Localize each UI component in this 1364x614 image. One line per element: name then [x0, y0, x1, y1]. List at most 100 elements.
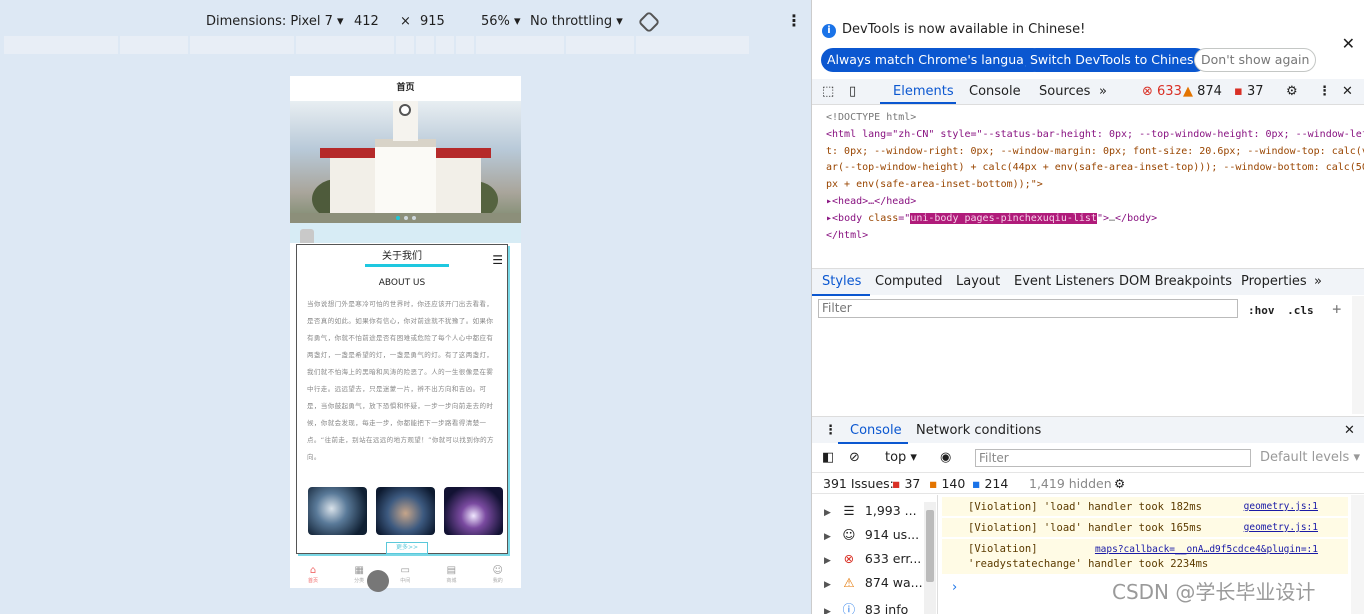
phone-viewport[interactable]: 首页 关于我们 ☰ ABOUT US 当你说想门外是寒冷可怕的世界时，你还应该开… — [290, 76, 521, 588]
more-button[interactable]: 更多>> — [386, 542, 428, 554]
source-link[interactable]: geometry.js:1 — [1244, 497, 1318, 517]
dom-body-row[interactable]: ▸<body class="uni-body pages-pinchexuqiu… — [826, 211, 1364, 228]
tab-home[interactable]: ⌂ 首页 — [308, 565, 318, 584]
expand-arrow-icon[interactable]: ▸ — [826, 213, 832, 224]
error-count-badge[interactable]: ⊗ 633 — [1142, 84, 1182, 99]
dom-html-open-3[interactable]: ar(--top-window-height) + calc(44px + en… — [826, 160, 1364, 177]
tab-event-listeners[interactable]: Event Listeners — [1014, 274, 1114, 289]
issue-warnings: 140 — [941, 476, 966, 491]
times-sign: × — [400, 14, 411, 29]
console-message[interactable]: [Violation] 'load' handler took 165ms geo… — [942, 518, 1348, 538]
hero-banner-image[interactable] — [290, 101, 521, 223]
zoom-select[interactable]: 56% ▾ — [481, 14, 521, 29]
dom-doctype[interactable]: <!DOCTYPE html> — [826, 110, 1364, 127]
warning-icon: ⚠ — [843, 575, 855, 590]
carousel-dot[interactable] — [412, 216, 416, 220]
drawer-tabbar: ⋮ Console Network conditions ✕ — [812, 416, 1364, 444]
sidebar-item-messages[interactable]: ▶ ☰ 1,993 ... — [824, 503, 917, 518]
warning-count-badge[interactable]: ▲ 874 — [1183, 84, 1222, 99]
scroll-thumb[interactable] — [926, 510, 934, 582]
menu-icon[interactable]: ☰ — [492, 248, 503, 272]
tab-sources[interactable]: Sources — [1039, 84, 1090, 99]
sidebar-item-errors[interactable]: ▶ ⊗ 633 err... — [824, 551, 921, 566]
more-tabs-icon[interactable]: » — [1314, 274, 1322, 289]
switch-to-chinese-button[interactable]: Switch DevTools to Chinese — [1024, 48, 1208, 72]
more-tabs-icon[interactable]: » — [1099, 84, 1107, 99]
close-icon[interactable]: ✕ — [1342, 34, 1355, 53]
carousel-dot[interactable] — [404, 216, 408, 220]
hov-toggle[interactable]: :hov — [1248, 304, 1275, 317]
sidebar-item-warnings[interactable]: ▶ ⚠ 874 wa... — [824, 575, 923, 590]
inspect-icon[interactable]: ⬚ — [822, 84, 834, 99]
dom-head-row[interactable]: ▸<head>…</head> — [826, 194, 1364, 211]
height-input[interactable]: 915 — [420, 14, 445, 29]
console-settings-gear-icon[interactable]: ⚙ — [1114, 476, 1125, 491]
source-link[interactable]: maps?callback=__onA…d9f5cdce4&plugin=:1 — [1095, 542, 1318, 557]
width-input[interactable]: 412 — [354, 14, 379, 29]
always-match-language-button[interactable]: Always match Chrome's language — [821, 48, 1046, 72]
rotate-icon[interactable] — [637, 10, 661, 34]
tab-computed[interactable]: Computed — [875, 274, 943, 289]
console-message[interactable]: [Violation] 'load' handler took 182ms geo… — [942, 497, 1348, 517]
tab-label: 首页 — [308, 577, 319, 584]
device-select[interactable]: Dimensions: Pixel 7 ▾ — [206, 14, 344, 29]
context-select[interactable]: top ▾ — [885, 450, 917, 465]
sidebar-item-label: 1,993 ... — [864, 503, 917, 518]
dom-tree[interactable]: <!DOCTYPE html> <html lang="zh-CN" style=… — [826, 110, 1364, 244]
tab-category[interactable]: ▦ 分类 — [354, 565, 364, 584]
issues-label[interactable]: 391 Issues: — [823, 476, 894, 491]
customize-kebab-icon[interactable]: ⋮ — [1318, 84, 1331, 99]
console-filter-input[interactable]: Filter — [975, 449, 1251, 467]
settings-gear-icon[interactable]: ⚙ — [1286, 84, 1298, 99]
sidebar-toggle-icon[interactable]: ◧ — [822, 450, 834, 465]
styles-filter-input[interactable]: Filter — [818, 299, 1238, 318]
console-sidebar: ▶ ☰ 1,993 ... ▶ ☺ 914 us... ▶ ⊗ 633 err... ▶ ⚠ 8… — [812, 495, 938, 614]
bottom-tabbar: ⌂ 首页 ▦ 分类 ▭ 中间 ▤ 商城 ☺ 我的 — [290, 560, 521, 588]
cls-toggle[interactable]: .cls — [1287, 304, 1314, 317]
issue-count-badge[interactable]: ▪ 37 — [1234, 84, 1264, 99]
tab-dom-breakpoints[interactable]: DOM Breakpoints — [1119, 274, 1232, 289]
tab-elements[interactable]: Elements — [893, 84, 954, 99]
live-expression-eye-icon[interactable]: ◉ — [940, 450, 951, 465]
issue-errors-badge[interactable]: ▪ 37 — [892, 476, 920, 491]
tab-middle[interactable]: ▭ 中间 — [400, 565, 410, 584]
sidebar-item-info[interactable]: ▶ ⓘ 83 info — [824, 599, 908, 614]
log-levels-select[interactable]: Default levels ▾ — [1260, 450, 1360, 465]
issue-warnings-badge[interactable]: ▪ 140 — [929, 476, 965, 491]
space-image[interactable] — [444, 487, 503, 535]
close-drawer-icon[interactable]: ✕ — [1344, 423, 1355, 438]
tab-console[interactable]: Console — [969, 84, 1021, 99]
dom-html-open-4[interactable]: px + env(safe-area-inset-bottom));"> — [826, 177, 1364, 194]
drawer-kebab-icon[interactable]: ⋮ — [824, 423, 837, 438]
clear-console-icon[interactable]: ⊘ — [849, 450, 860, 465]
dom-body-class[interactable]: uni-body pages-pinchexuqiu-list — [910, 212, 1097, 224]
tab-styles[interactable]: Styles — [822, 274, 861, 289]
messages-scrollbar[interactable] — [1351, 495, 1364, 614]
carousel-dot-active[interactable] — [396, 216, 400, 220]
issue-infos-badge[interactable]: ▪ 214 — [972, 476, 1008, 491]
tab-mall[interactable]: ▤ 商城 — [446, 565, 456, 584]
handshake-image[interactable] — [376, 487, 435, 535]
throttling-select[interactable]: No throttling ▾ — [530, 14, 623, 29]
dom-html-open-1[interactable]: <html lang="zh-CN" style="--status-bar-h… — [826, 127, 1364, 144]
device-toggle-icon[interactable]: ▯ — [849, 84, 856, 99]
dom-html-open-2[interactable]: t: 0px; --window-right: 0px; --window-ma… — [826, 144, 1364, 161]
tab-network-conditions[interactable]: Network conditions — [916, 423, 1041, 438]
tab-drawer-console[interactable]: Console — [850, 423, 902, 438]
close-devtools-icon[interactable]: ✕ — [1342, 84, 1353, 99]
new-rule-plus-icon[interactable]: + — [1332, 300, 1341, 318]
info-icon: i — [822, 24, 836, 38]
console-message[interactable]: [Violation] maps?callback=__onA…d9f5cdce4… — [942, 539, 1348, 575]
sidebar-item-user[interactable]: ▶ ☺ 914 us... — [824, 527, 919, 542]
dom-html-close[interactable]: </html> — [826, 228, 1364, 245]
dont-show-again-button[interactable]: Don't show again — [1194, 48, 1317, 72]
handshake-globe-image[interactable] — [308, 487, 367, 535]
sidebar-scrollbar[interactable] — [924, 502, 936, 614]
styles-scrollbar[interactable] — [1352, 296, 1364, 414]
more-options-icon[interactable]: ⋮ — [786, 11, 802, 30]
tab-me[interactable]: ☺ 我的 — [492, 565, 502, 584]
tab-properties[interactable]: Properties — [1241, 274, 1307, 289]
console-prompt[interactable]: › — [952, 580, 957, 595]
tab-layout[interactable]: Layout — [956, 274, 1000, 289]
source-link[interactable]: geometry.js:1 — [1244, 518, 1318, 538]
